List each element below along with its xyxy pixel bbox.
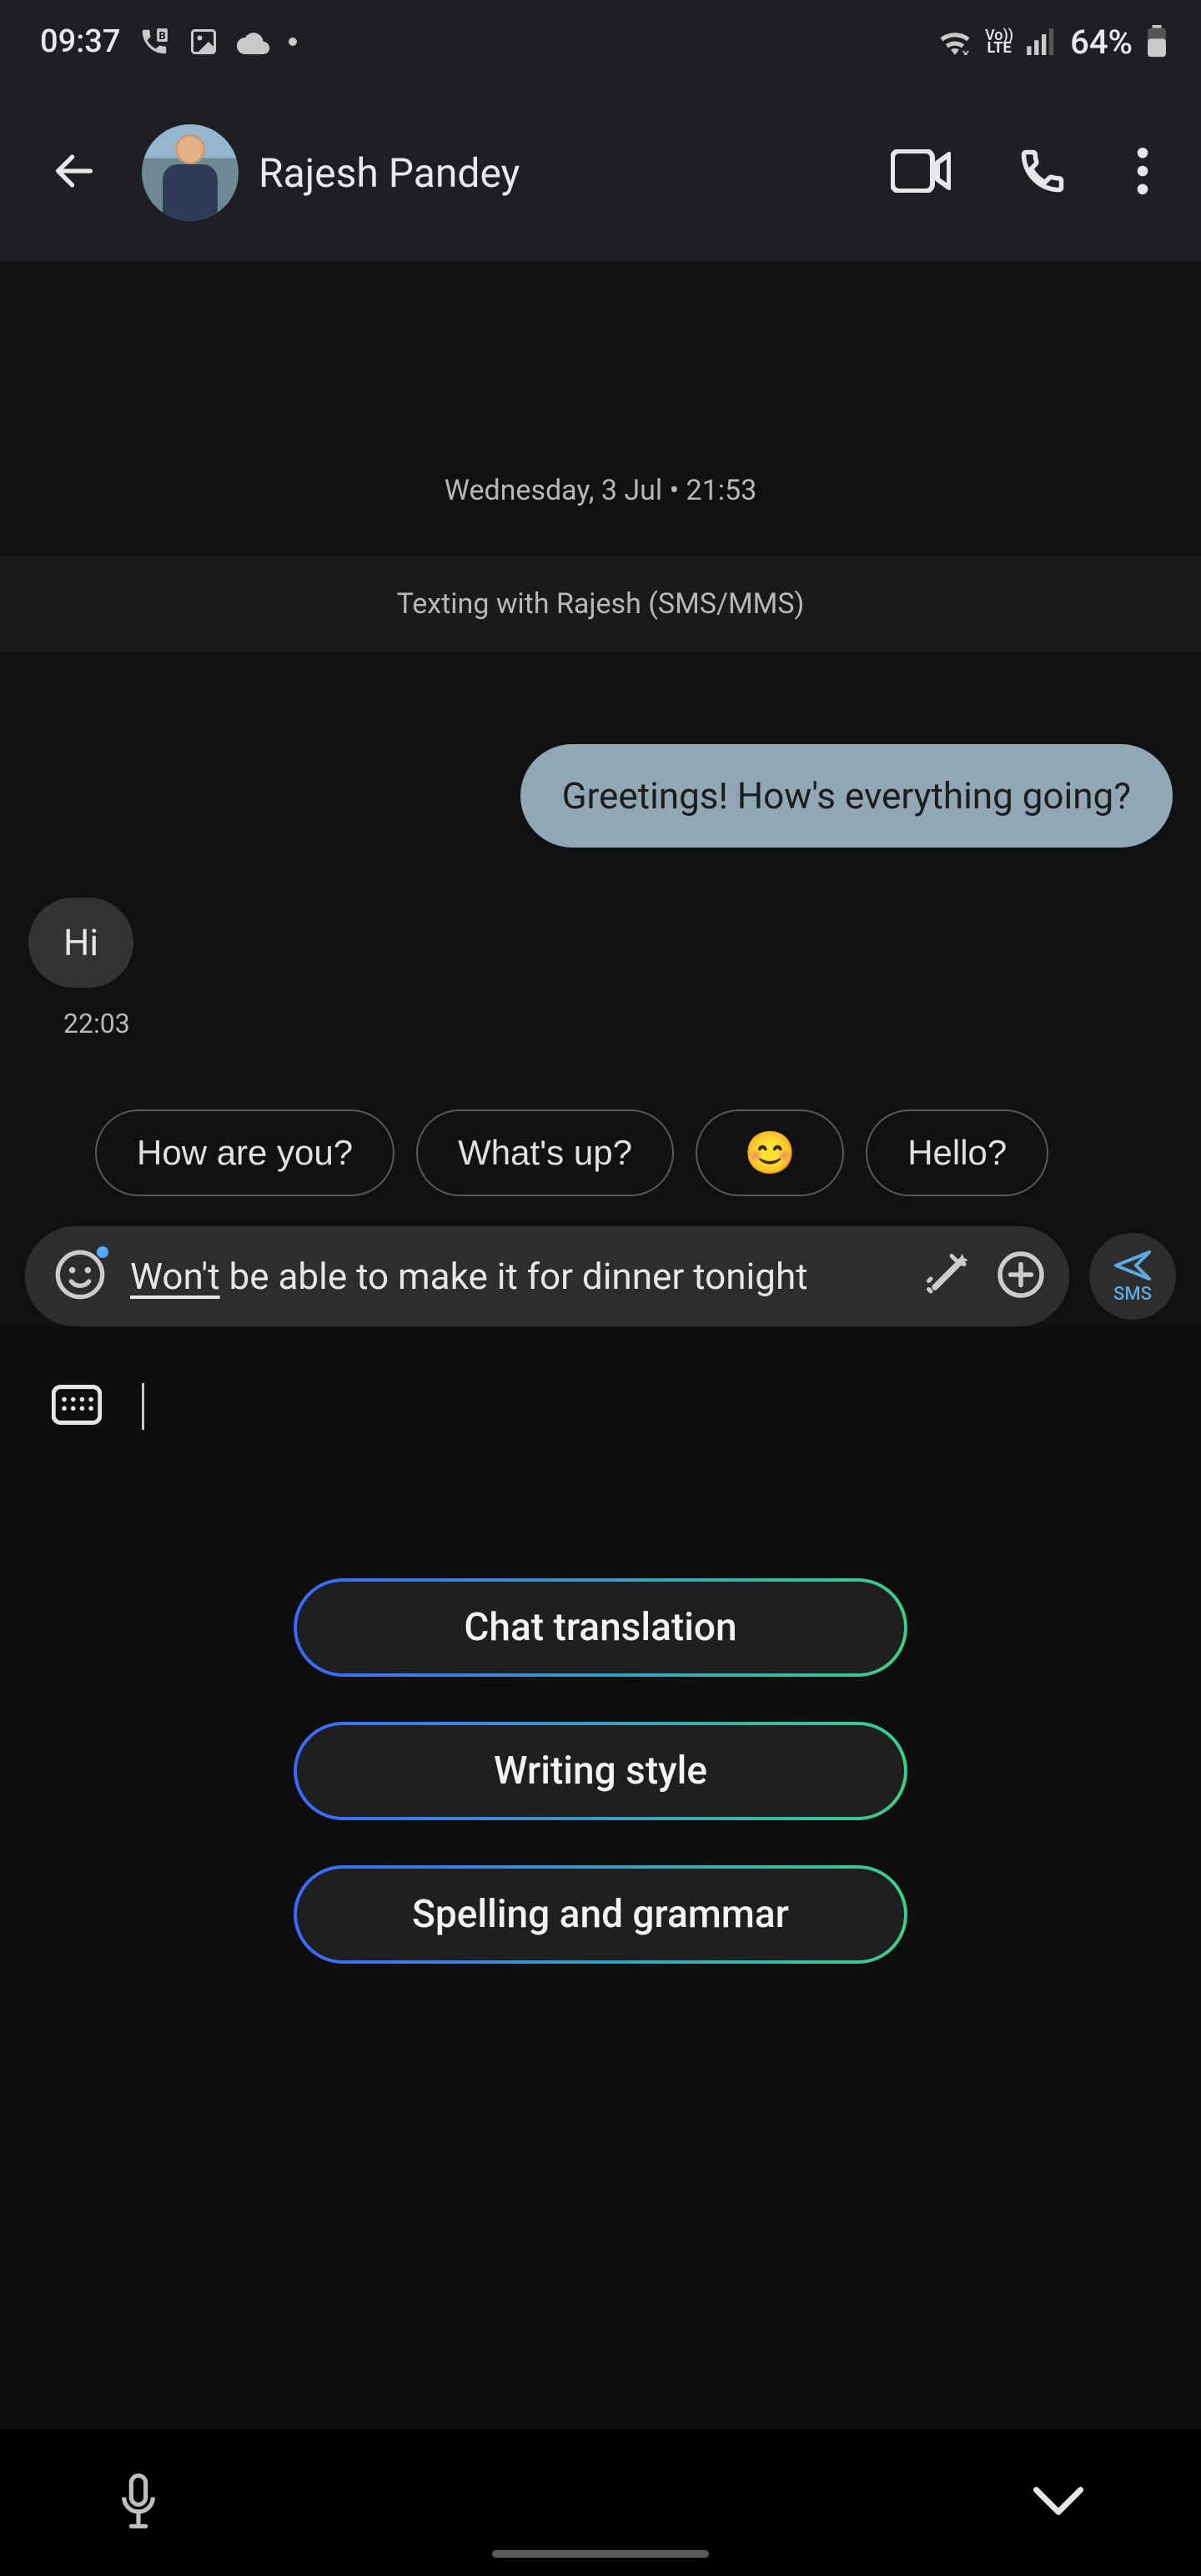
emoji-picker-button[interactable] <box>53 1248 107 1305</box>
incoming-message-row: Hi 22:03 <box>28 898 1173 1039</box>
smart-reply-chip[interactable]: What's up? <box>416 1109 674 1196</box>
more-notifications-dot <box>289 38 297 46</box>
send-button-label: SMS <box>1113 1284 1152 1305</box>
smart-reply-chip[interactable]: How are you? <box>95 1109 394 1196</box>
battery-percent: 64% <box>1070 23 1133 62</box>
send-sms-button[interactable]: SMS <box>1089 1233 1176 1320</box>
message-composer[interactable]: Won't be able to make it for dinner toni… <box>25 1226 1069 1326</box>
gesture-nav-handle[interactable] <box>492 2550 709 2558</box>
volte-indicator: Vo)) LTE <box>985 29 1013 55</box>
wifi-icon <box>938 28 972 55</box>
compose-text-input[interactable]: Won't be able to make it for dinner toni… <box>130 1254 899 1300</box>
cloud-icon <box>237 29 270 54</box>
compose-text-underlined: Won't <box>130 1255 220 1298</box>
status-time: 09:37 <box>40 23 120 60</box>
magic-compose-button[interactable] <box>922 1250 972 1303</box>
battery-icon <box>1146 25 1168 58</box>
keyboard-icon[interactable] <box>52 1384 102 1429</box>
incoming-message-bubble[interactable]: Hi <box>28 898 133 988</box>
add-attachment-button[interactable] <box>996 1250 1046 1303</box>
cell-signal-icon <box>1027 28 1057 55</box>
ai-option-writing-style[interactable]: Writing style <box>294 1722 907 1820</box>
outgoing-message-row: Greetings! How's everything going? <box>28 744 1173 848</box>
system-nav-bar <box>0 2429 1201 2576</box>
date-separator: Wednesday, 3 Jul • 21:53 <box>0 262 1201 556</box>
conversation-area: Wednesday, 3 Jul • 21:53 Texting with Ra… <box>0 262 1201 1326</box>
incoming-message-time: 22:03 <box>28 1008 130 1039</box>
ai-option-chat-translation[interactable]: Chat translation <box>294 1578 907 1677</box>
text-cursor <box>142 1383 144 1430</box>
contact-avatar[interactable] <box>142 124 239 221</box>
outgoing-message-bubble[interactable]: Greetings! How's everything going? <box>520 744 1173 848</box>
more-options-button[interactable] <box>1111 132 1174 214</box>
video-call-button[interactable] <box>867 134 974 211</box>
smart-reply-chip-emoji[interactable]: 😊 <box>696 1109 844 1196</box>
smart-reply-chip[interactable]: Hello? <box>866 1109 1048 1196</box>
voice-input-button[interactable] <box>117 2472 160 2533</box>
voice-call-button[interactable] <box>994 131 1091 214</box>
keyboard-toggle-row <box>0 1383 1201 1503</box>
status-bar: 09:37 B Vo)) LTE 64% <box>0 0 1201 83</box>
smart-reply-row: How are you? What's up? 😊 Hello? <box>0 1076 1201 1226</box>
missed-call-icon: B <box>138 26 170 58</box>
contact-name[interactable]: Rajesh Pandey <box>259 149 847 197</box>
back-button[interactable] <box>27 132 122 214</box>
compose-text-rest: be able to make it for dinner tonight <box>220 1255 808 1298</box>
assist-panel: Chat translation Writing style Spelling … <box>0 1326 1201 1964</box>
svg-text:B: B <box>159 30 166 43</box>
app-bar: Rajesh Pandey <box>0 83 1201 262</box>
ai-option-spelling-grammar[interactable]: Spelling and grammar <box>294 1865 907 1964</box>
composer-row: Won't be able to make it for dinner toni… <box>0 1226 1201 1326</box>
collapse-keyboard-button[interactable] <box>1033 2485 1084 2520</box>
gallery-icon <box>188 27 219 57</box>
ai-options-list: Chat translation Writing style Spelling … <box>0 1503 1201 1964</box>
texting-banner: Texting with Rajesh (SMS/MMS) <box>0 556 1201 652</box>
